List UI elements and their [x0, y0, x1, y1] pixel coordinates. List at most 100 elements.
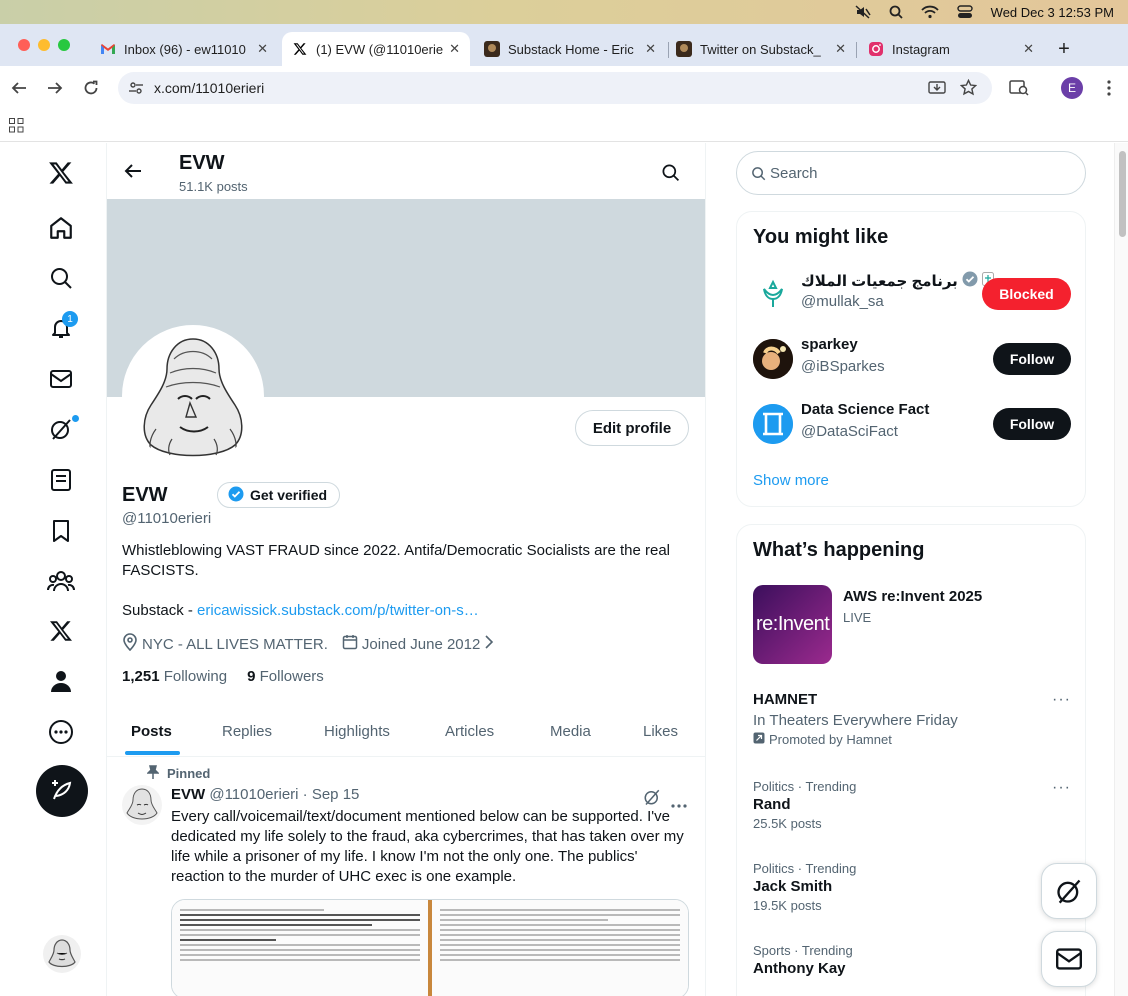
bookmark-star-icon[interactable]: [959, 78, 978, 101]
account-avatar[interactable]: [753, 339, 793, 379]
edit-profile-button[interactable]: Edit profile: [575, 410, 689, 446]
close-tab-icon[interactable]: ✕: [257, 41, 268, 57]
search-input[interactable]: Search: [736, 151, 1086, 195]
tab-articles[interactable]: Articles: [445, 705, 494, 757]
messages-fab-button[interactable]: [1041, 931, 1097, 987]
suggested-account[interactable]: sparkey @iBSparkes Follow: [753, 334, 1071, 384]
followers-link[interactable]: 9 Followers: [247, 668, 324, 685]
back-arrow-icon[interactable]: [124, 163, 142, 184]
messages-envelope-icon[interactable]: [45, 363, 77, 395]
promoted-by: Promoted by Hamnet: [769, 732, 892, 747]
more-options-icon[interactable]: ···: [1052, 779, 1071, 797]
suggested-account[interactable]: Data Science Fact @DataSciFact Follow: [753, 399, 1071, 449]
profile-joined-date[interactable]: Joined June 2012: [362, 636, 480, 653]
reload-icon[interactable]: [79, 76, 103, 100]
tab-highlights[interactable]: Highlights: [324, 705, 390, 757]
address-bar[interactable]: x.com/11010erieri: [118, 72, 992, 104]
tab-likes[interactable]: Likes: [643, 705, 678, 757]
apps-grid-icon[interactable]: [9, 118, 24, 138]
account-name[interactable]: برنامج جمعيات الملاك: [801, 272, 958, 290]
suggested-account[interactable]: برنامج جمعيات الملاك @mullak_sa Blocked: [753, 269, 1071, 319]
menubar-clock[interactable]: Wed Dec 3 12:53 PM: [991, 5, 1114, 20]
chevron-right-icon[interactable]: [484, 635, 494, 653]
install-app-icon[interactable]: [928, 80, 946, 101]
tab-search-icon[interactable]: [1007, 76, 1031, 100]
bio-substack-link[interactable]: ericawissick.substack.com/p/twitter-on-s…: [197, 602, 479, 619]
get-verified-button[interactable]: Get verified: [217, 482, 341, 508]
new-tab-button[interactable]: +: [1050, 32, 1078, 66]
show-more-link[interactable]: Show more: [753, 472, 829, 489]
account-handle: @mullak_sa: [801, 293, 884, 310]
profile-person-icon[interactable]: [45, 665, 77, 697]
tweet-media-image[interactable]: [171, 899, 689, 996]
following-link[interactable]: 1,251 Following: [122, 668, 227, 685]
browser-tab-twitter-on-substack[interactable]: Twitter on Substack_ ✕: [666, 32, 856, 66]
event-title[interactable]: AWS re:Invent 2025: [843, 588, 982, 605]
profile-avatar-button[interactable]: E: [1061, 77, 1083, 99]
browser-tab-gmail[interactable]: Inbox (96) - ew11010 ✕: [90, 32, 278, 66]
mute-icon[interactable]: [855, 5, 871, 19]
trend-count: 19.5K posts: [753, 898, 822, 913]
tab-replies[interactable]: Replies: [222, 705, 272, 757]
communities-icon[interactable]: [45, 565, 77, 597]
x-logo-icon[interactable]: [45, 157, 77, 189]
account-avatar[interactable]: [43, 935, 81, 973]
account-name[interactable]: sparkey: [801, 336, 858, 353]
close-tab-icon[interactable]: ✕: [449, 41, 460, 57]
tweet-text: Every call/voicemail/text/document menti…: [171, 808, 684, 885]
trend-item[interactable]: Sports · Trending Anthony Kay: [753, 943, 1071, 977]
tweet-header: EVW @11010erieri · Sep 15: [171, 786, 359, 803]
browser-tab-substack-home[interactable]: Substack Home - Eric ✕: [474, 32, 666, 66]
promoted-subtitle: In Theaters Everywhere Friday: [753, 712, 958, 729]
wifi-icon[interactable]: [921, 5, 939, 19]
trend-item[interactable]: Politics · Trending Rand 25.5K posts ···: [753, 779, 1071, 831]
lists-icon[interactable]: [45, 464, 77, 496]
back-arrow-icon[interactable]: [7, 76, 31, 100]
minimize-window-button[interactable]: [38, 39, 50, 51]
account-name[interactable]: Data Science Fact: [801, 401, 929, 418]
promoted-trend[interactable]: HAMNET In Theaters Everywhere Friday Pro…: [753, 691, 1071, 747]
premium-x-icon[interactable]: [45, 615, 77, 647]
blocked-button[interactable]: Blocked: [982, 278, 1071, 310]
event-thumbnail[interactable]: re:Invent: [753, 585, 832, 664]
follow-button[interactable]: Follow: [993, 343, 1071, 375]
tab-posts[interactable]: Posts: [131, 705, 172, 757]
compose-post-button[interactable]: [36, 765, 88, 817]
forward-arrow-icon[interactable]: [43, 76, 67, 100]
bookmarks-bar: [0, 110, 1128, 142]
scrollbar-thumb[interactable]: [1119, 151, 1126, 237]
site-settings-icon[interactable]: [128, 80, 144, 101]
pinned-tweet[interactable]: Pinned EVW @11010erieri · Sep 15 Every c…: [107, 757, 705, 996]
browser-tab-x-profile[interactable]: (1) EVW (@11010erieri ✕: [282, 32, 470, 66]
tweet-handle-date[interactable]: @11010erieri · Sep 15: [209, 786, 359, 803]
follow-button[interactable]: Follow: [993, 408, 1071, 440]
account-avatar[interactable]: [753, 274, 793, 314]
tweet-author-avatar[interactable]: [122, 785, 162, 825]
tab-media[interactable]: Media: [550, 705, 591, 757]
page-scrollbar[interactable]: [1114, 143, 1128, 996]
profile-avatar[interactable]: [122, 325, 264, 467]
control-center-icon[interactable]: [956, 5, 973, 19]
trend-item[interactable]: Politics · Trending Jack Smith 19.5K pos…: [753, 861, 1071, 913]
promoted-arrow-icon: [753, 732, 765, 747]
close-tab-icon[interactable]: ✕: [835, 41, 846, 57]
browser-tab-instagram[interactable]: Instagram ✕: [858, 32, 1044, 66]
account-avatar[interactable]: [753, 404, 793, 444]
follow-counts: 1,251 Following 9 Followers: [122, 668, 324, 685]
close-tab-icon[interactable]: ✕: [1023, 41, 1034, 57]
close-window-button[interactable]: [18, 39, 30, 51]
header-post-count: 51.1K posts: [179, 179, 248, 194]
grok-fab-button[interactable]: [1041, 863, 1097, 919]
kebab-menu-icon[interactable]: [1097, 76, 1121, 100]
more-circle-icon[interactable]: [45, 716, 77, 748]
more-options-icon[interactable]: ···: [1052, 691, 1071, 709]
profile-column: EVW 51.1K posts Edit profile EVW Get ver…: [107, 143, 706, 996]
zoom-window-button[interactable]: [58, 39, 70, 51]
explore-search-icon[interactable]: [45, 262, 77, 294]
spotlight-search-icon[interactable]: [889, 5, 903, 19]
bookmarks-icon[interactable]: [45, 515, 77, 547]
tweet-author-name[interactable]: EVW: [171, 786, 205, 803]
profile-search-icon[interactable]: [661, 163, 680, 187]
close-tab-icon[interactable]: ✕: [645, 41, 656, 57]
home-icon[interactable]: [45, 212, 77, 244]
